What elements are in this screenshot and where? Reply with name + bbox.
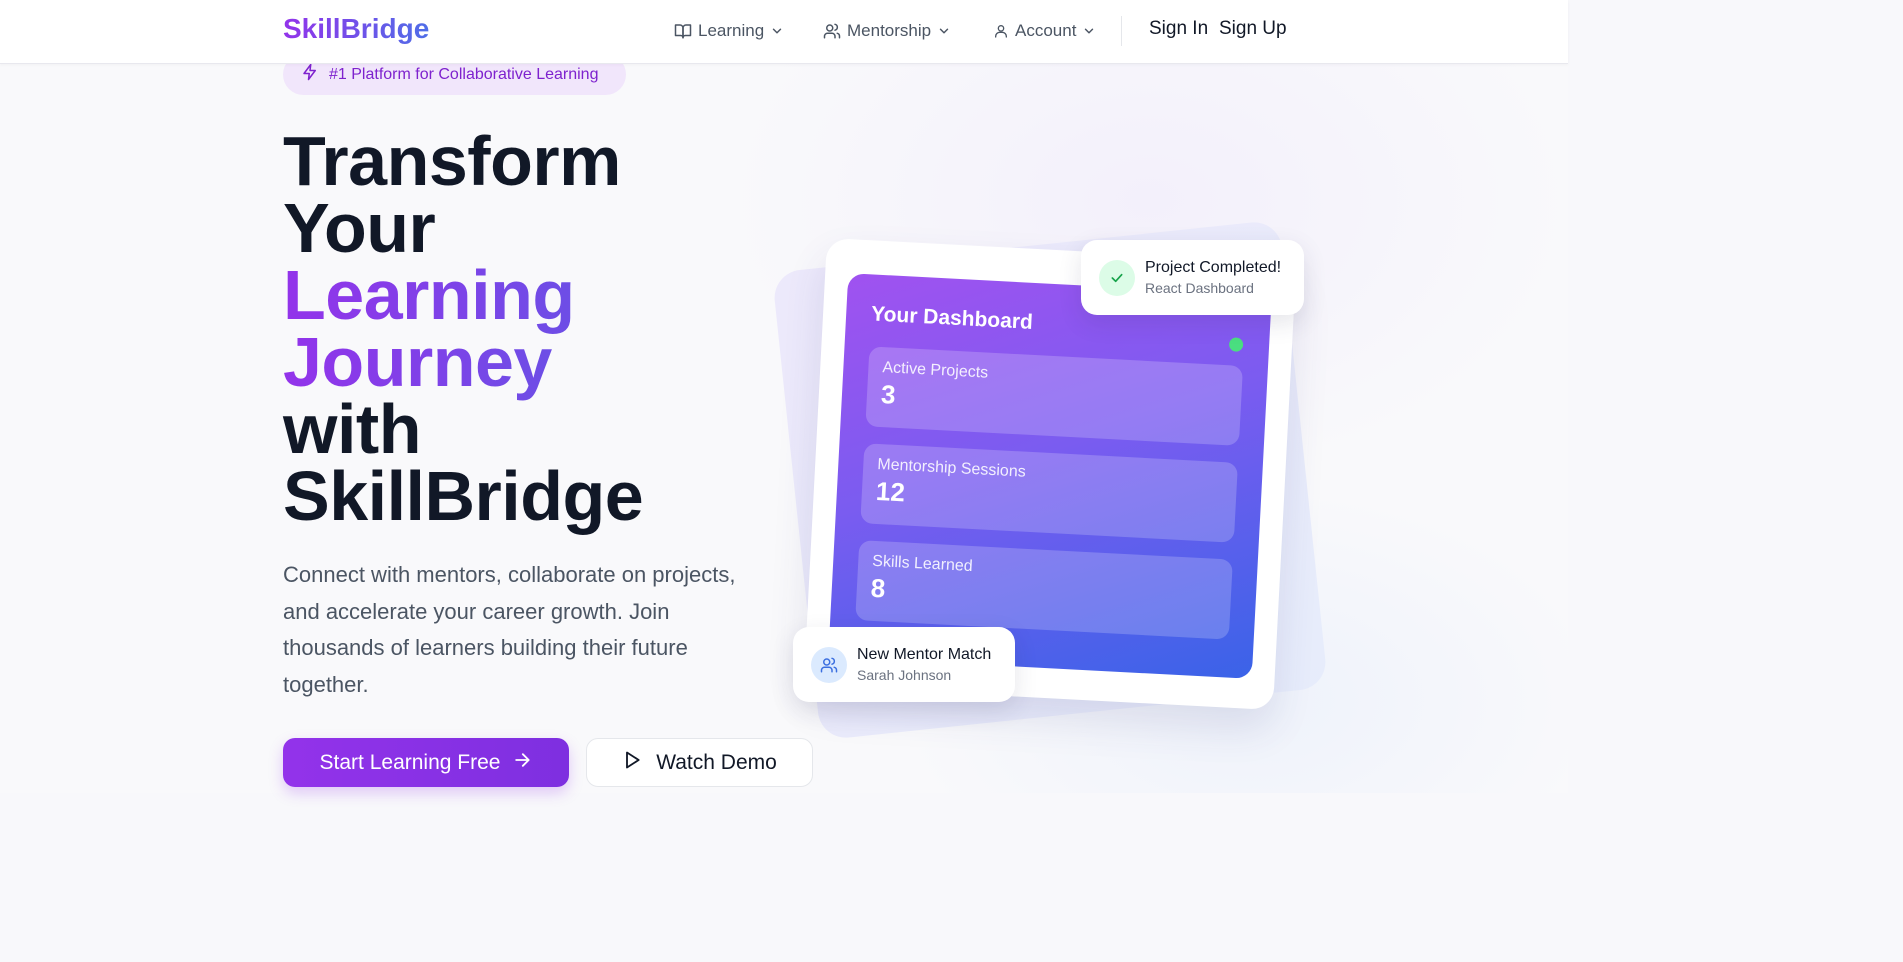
play-icon bbox=[622, 749, 642, 777]
hero-title: Transform Your Learning Journey with Ski… bbox=[283, 122, 763, 535]
toast-subtitle: React Dashboard bbox=[1145, 280, 1254, 296]
nav-account-label: Account bbox=[1015, 21, 1077, 40]
hero-title-line: SkillBridge bbox=[283, 457, 644, 535]
sign-up-link[interactable]: Sign Up bbox=[1219, 18, 1287, 40]
start-learning-label: Start Learning Free bbox=[319, 750, 501, 774]
lightning-icon bbox=[301, 63, 319, 86]
watch-demo-label: Watch Demo bbox=[656, 750, 777, 774]
chevron-down-icon bbox=[770, 24, 784, 38]
hero-title-line: with bbox=[283, 390, 421, 468]
user-icon bbox=[993, 22, 1009, 40]
sign-in-link[interactable]: Sign In bbox=[1149, 18, 1208, 40]
watch-demo-button[interactable]: Watch Demo bbox=[586, 738, 813, 787]
toast-title: New Mentor Match bbox=[857, 646, 992, 663]
start-learning-button[interactable]: Start Learning Free bbox=[283, 738, 569, 787]
dashboard-preview: Your Dashboard Active Projects 3 Mentors… bbox=[828, 273, 1272, 679]
nav-account[interactable]: Account bbox=[993, 19, 1096, 43]
hero-subtitle: Connect with mentors, collaborate on pro… bbox=[283, 562, 736, 697]
book-icon bbox=[674, 22, 692, 40]
users-icon bbox=[811, 646, 847, 683]
chevron-down-icon bbox=[1082, 24, 1096, 38]
users-icon bbox=[823, 22, 841, 40]
site-header: SkillBridge Learning Mentorship Account … bbox=[0, 0, 1568, 64]
online-status-dot bbox=[1228, 337, 1244, 352]
chevron-down-icon bbox=[937, 24, 951, 38]
stat-card: Mentorship Sessions 12 bbox=[860, 443, 1238, 543]
project-completed-toast: Project Completed! React Dashboard bbox=[1081, 240, 1304, 315]
brand-logo[interactable]: SkillBridge bbox=[283, 13, 429, 45]
badge-text: #1 Platform for Collaborative Learning bbox=[329, 65, 599, 83]
nav-learning-label: Learning bbox=[698, 21, 765, 40]
mentor-match-toast: New Mentor Match Sarah Johnson bbox=[793, 627, 1015, 702]
arrow-right-icon bbox=[512, 750, 532, 776]
nav-mentorship[interactable]: Mentorship bbox=[823, 19, 951, 43]
toast-title: Project Completed! bbox=[1145, 259, 1282, 276]
stat-card: Active Projects 3 bbox=[865, 346, 1244, 446]
hero-title-line: Transform bbox=[283, 122, 621, 200]
toast-subtitle: Sarah Johnson bbox=[857, 667, 952, 683]
nav-learning[interactable]: Learning bbox=[674, 19, 784, 43]
nav-mentorship-label: Mentorship bbox=[847, 21, 932, 40]
nav-divider bbox=[1121, 16, 1122, 46]
check-icon bbox=[1099, 259, 1135, 296]
hero-title-line: Your bbox=[283, 189, 436, 267]
stat-card: Skills Learned 8 bbox=[855, 540, 1233, 640]
